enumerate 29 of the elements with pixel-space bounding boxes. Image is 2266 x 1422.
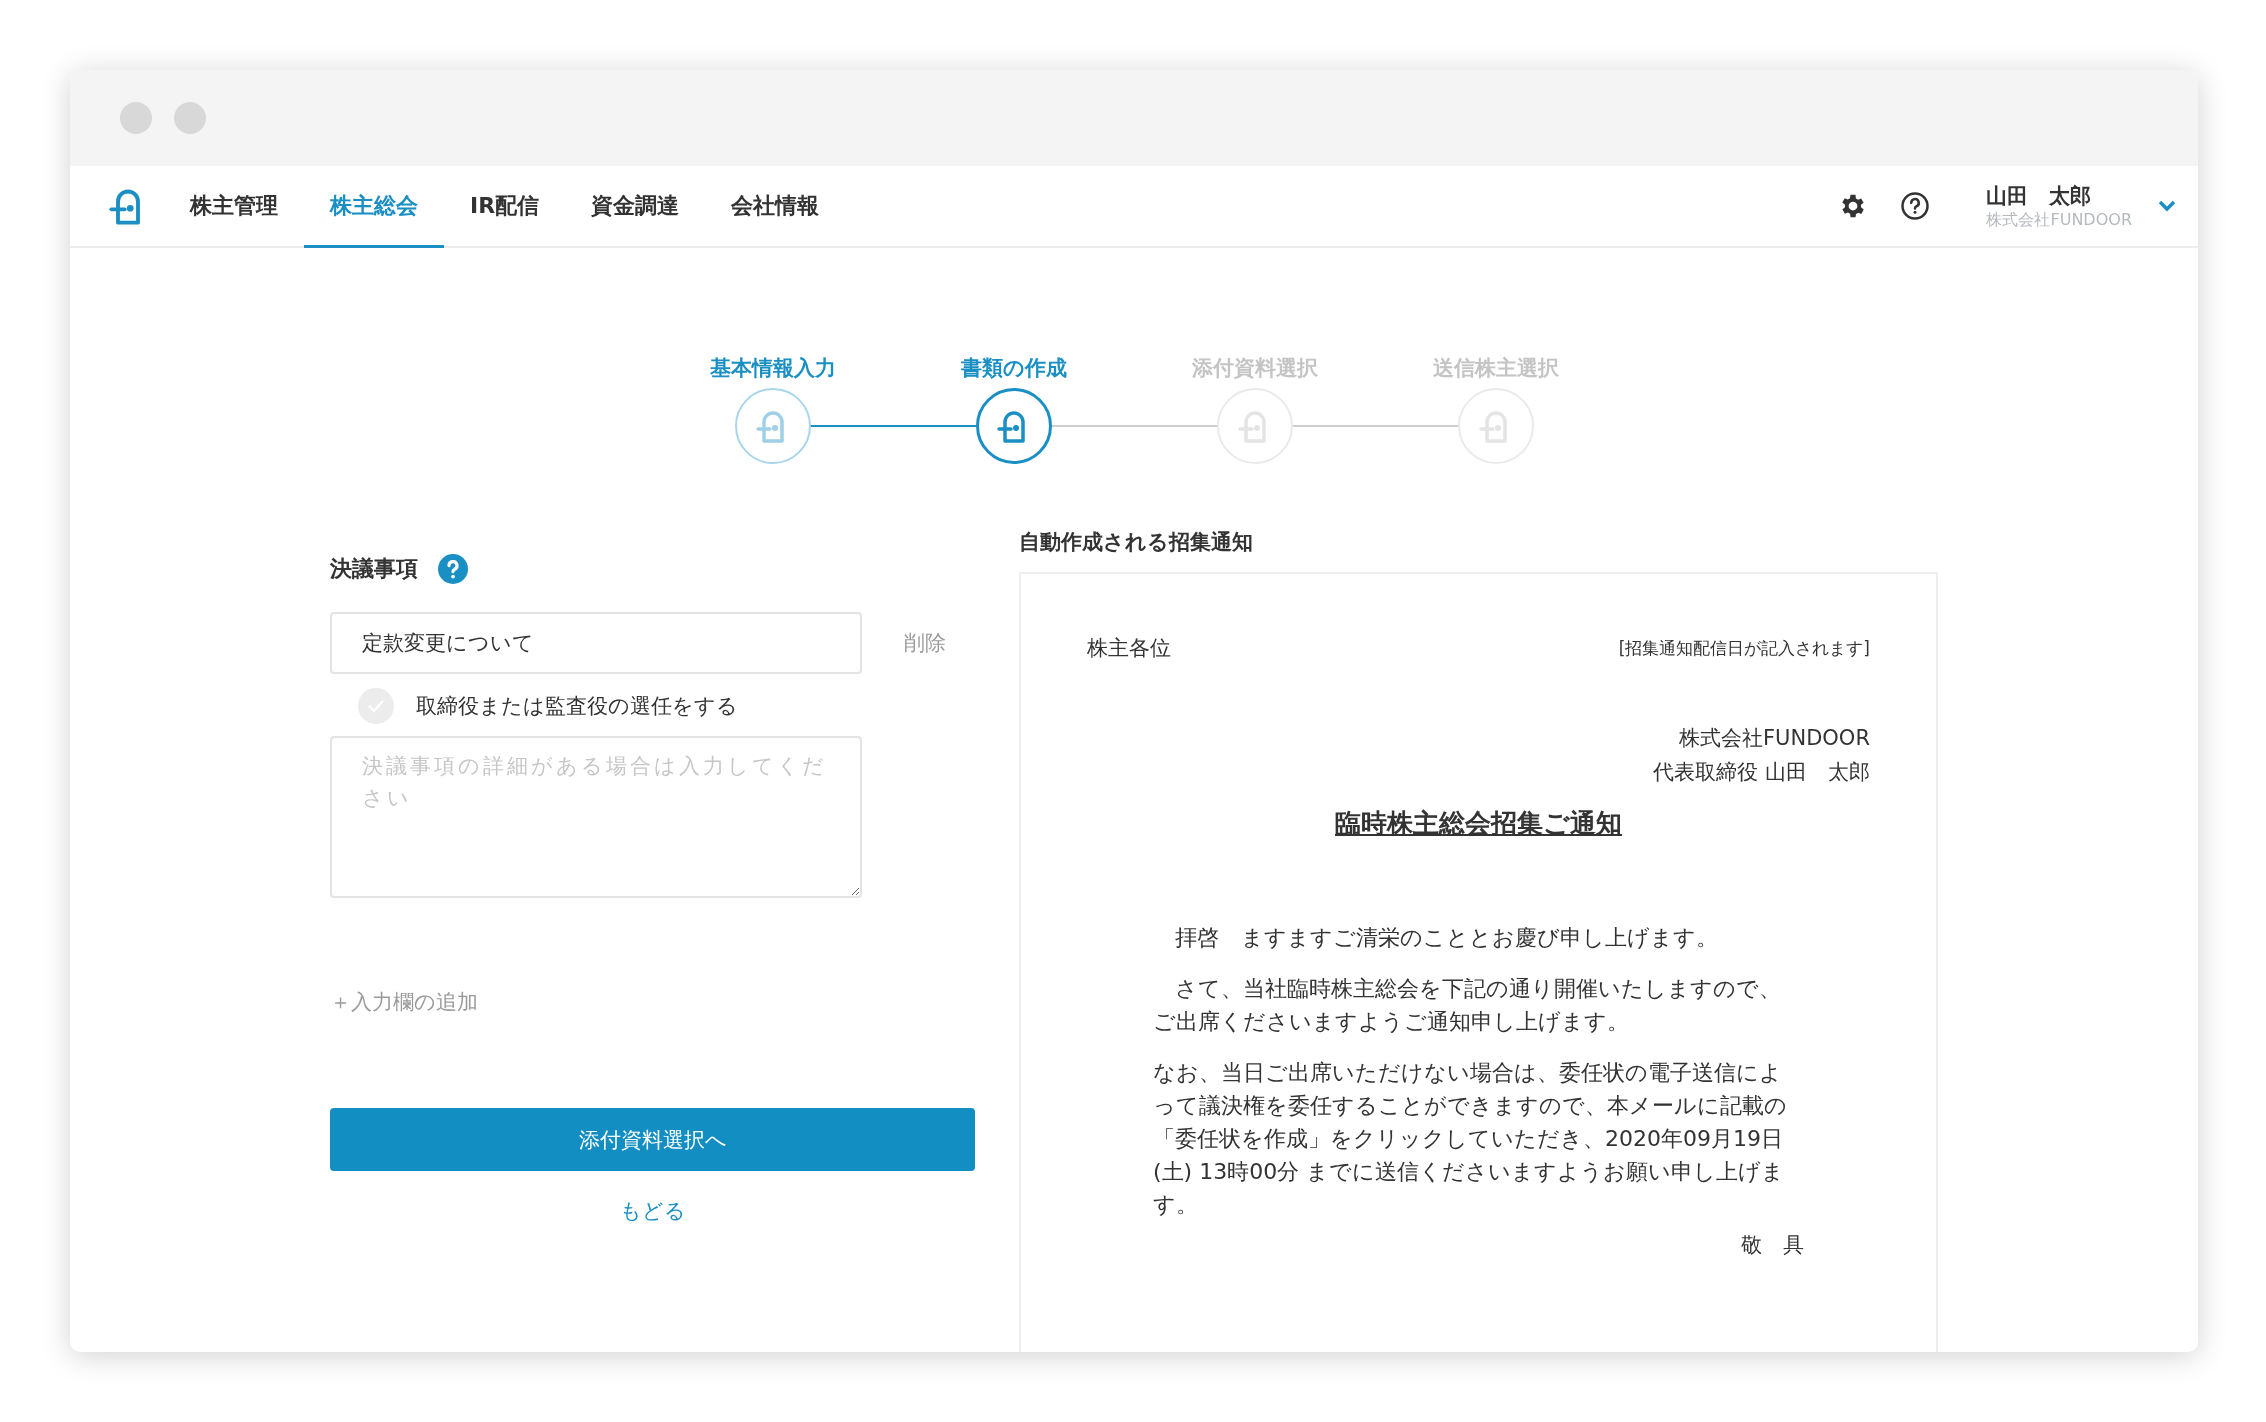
step-label: 添付資料選択 (1191, 355, 1318, 382)
nav-tab[interactable]: 株主管理 (164, 166, 304, 248)
notice-paragraph: なお、当日ご出席いただけない場合は、委任状の電子送信によって議決権を委任することができますので、本メールに記載の「委任状を作成」をクリックしていただき、2020年09月19日(土) 13時00分 までに送信くださいますようお願い申し上げます。 (1153, 1059, 1788, 1219)
next-button[interactable]: 添付資料選択へ (330, 1108, 975, 1171)
help-icon[interactable] (1900, 191, 1931, 221)
nav-tab[interactable]: 会社情報 (705, 166, 846, 248)
step-label: 送信株主選択 (1432, 355, 1559, 382)
representative-name: 代表取締役 山田 太郎 (1653, 759, 1870, 786)
closing-text: 敬 具 (1741, 1232, 1804, 1259)
step-label: 書類の作成 (960, 355, 1067, 382)
chevron-down-icon[interactable] (2158, 200, 2176, 212)
nav-tab[interactable]: IR配信 (444, 166, 566, 248)
back-link[interactable]: もどる (619, 1197, 686, 1225)
step-label: 基本情報入力 (709, 355, 836, 382)
user-name: 山田 太郎 (1986, 182, 2093, 210)
details-field[interactable]: 決議事項の詳細がある場合は入力してください (330, 736, 862, 898)
company-name: 株式会社FUNDOOR (1986, 209, 2132, 231)
nav-tab[interactable]: 株主総会 (304, 166, 444, 248)
delivery-date-note: [招集通知配信日が記入されます] (1618, 636, 1870, 660)
section-title: 決議事項 (330, 555, 418, 583)
checkbox-label: 取締役または監査役の選任をする (416, 693, 738, 720)
notice-heading: 臨時株主総会招集ご通知 (1335, 807, 1622, 840)
preview-title: 自動作成される招集通知 (1019, 529, 1254, 556)
resolution-field[interactable]: 定款変更について (330, 612, 862, 674)
addressee: 株主各位 (1087, 635, 1171, 662)
company-name: 株式会社FUNDOOR (1679, 725, 1870, 752)
notice-paragraph: さて、当社臨時株主総会を下記の通り開催いたしますので、ご出席くださいますようご通知申し上げます。 (1153, 975, 1782, 1036)
nav-tab[interactable]: 資金調達 (565, 166, 706, 248)
notice-paragraph: 拝啓 ますますご清栄のこととお慶び申し上げます。 (1174, 924, 1719, 952)
